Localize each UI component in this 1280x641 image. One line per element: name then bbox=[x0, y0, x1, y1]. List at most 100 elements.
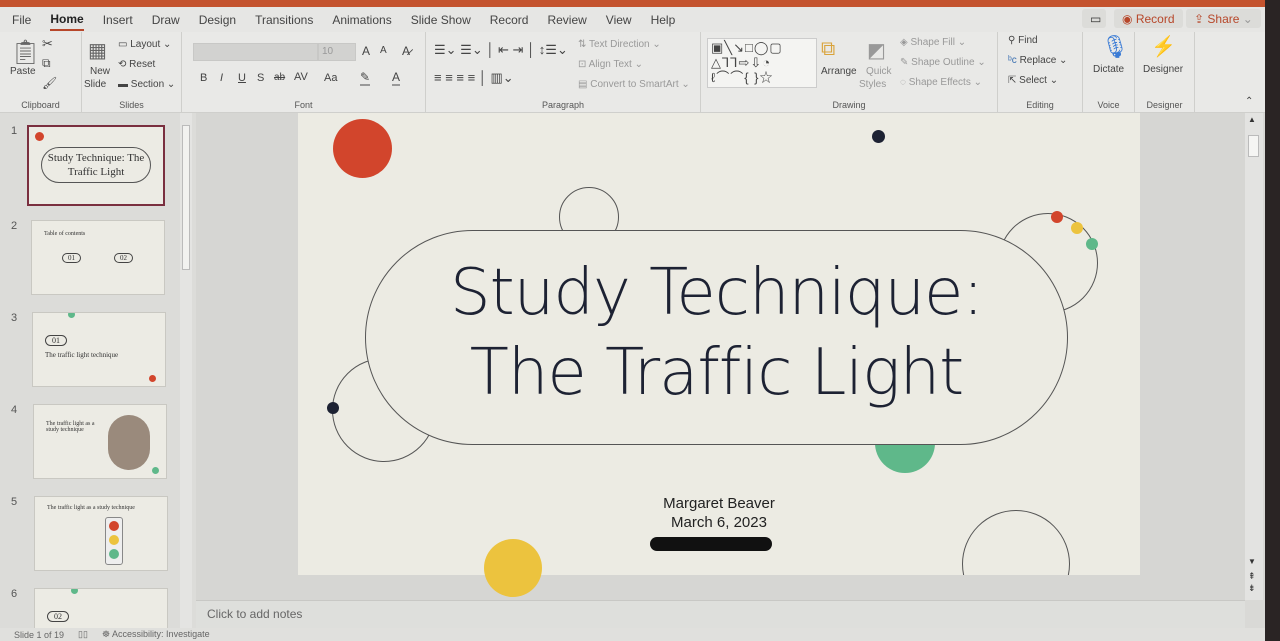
tab-record[interactable]: Record bbox=[490, 10, 529, 30]
font-name-input[interactable] bbox=[193, 43, 318, 61]
tab-review[interactable]: Review bbox=[547, 10, 586, 30]
replace-button[interactable]: ᵇc Replace ⌄ bbox=[1008, 55, 1067, 66]
paste-button[interactable]: Paste bbox=[10, 66, 36, 77]
italic-button[interactable]: I bbox=[220, 72, 223, 84]
title-line-1: Study Technique: bbox=[450, 256, 984, 330]
layout-button[interactable]: ▭ Layout ⌄ bbox=[118, 39, 171, 50]
accessibility-status[interactable]: ☸ Accessibility: Investigate bbox=[102, 629, 210, 640]
underline-button[interactable]: U bbox=[238, 72, 246, 84]
tab-file[interactable]: File bbox=[12, 10, 31, 30]
section-button[interactable]: ▬ Section ⌄ bbox=[118, 79, 175, 90]
tab-design[interactable]: Design bbox=[199, 10, 236, 30]
copy-icon[interactable]: ⧉ bbox=[42, 56, 51, 71]
student-photo bbox=[108, 415, 150, 470]
align-icons[interactable]: ≡ ≡ ≡ ≡ │ ▥⌄ bbox=[434, 70, 514, 86]
dot bbox=[1051, 211, 1063, 223]
tab-home[interactable]: Home bbox=[50, 9, 84, 31]
shape-effects-button[interactable]: ◌ Shape Effects ⌄ bbox=[900, 77, 982, 88]
slide-title[interactable]: Study Technique: The Traffic Light bbox=[365, 253, 1068, 413]
notes-icon[interactable]: ▯▯ bbox=[78, 629, 88, 640]
next-slide-icon[interactable]: ⇟ bbox=[1248, 583, 1256, 594]
designer-icon[interactable]: ⚡ bbox=[1151, 34, 1176, 59]
thumbnail-text: 02 bbox=[47, 611, 69, 622]
shape-fill-button[interactable]: ◈ Shape Fill ⌄ bbox=[900, 37, 966, 48]
yellow-circle bbox=[484, 539, 542, 597]
thumbnail-preview: The traffic light as a study technique bbox=[33, 404, 167, 479]
text-direction-button[interactable]: ⇅ Text Direction ⌄ bbox=[578, 39, 661, 50]
thumbnail-scrollbar[interactable] bbox=[180, 113, 192, 628]
align-text-button[interactable]: ⊡ Align Text ⌄ bbox=[578, 59, 643, 70]
thumbnail-scroll-thumb[interactable] bbox=[182, 125, 190, 270]
notes-pane[interactable]: Click to add notes bbox=[196, 600, 1245, 628]
editor-scrollbar[interactable]: ▲ ▼ ⇞ ⇟ bbox=[1245, 113, 1263, 600]
shape-outline-button[interactable]: ✎ Shape Outline ⌄ bbox=[900, 57, 986, 68]
select-button[interactable]: ⇱ Select ⌄ bbox=[1008, 75, 1058, 86]
char-spacing-button[interactable]: AV bbox=[294, 71, 308, 83]
paste-icon[interactable]: 📋︎ bbox=[10, 38, 40, 67]
voice-label: Voice bbox=[1097, 100, 1120, 110]
editor-scroll-thumb[interactable] bbox=[1248, 135, 1259, 157]
quick-styles-button[interactable]: Quick bbox=[866, 66, 892, 77]
designer-group: ⚡ Designer Designer bbox=[1135, 32, 1195, 113]
scroll-down-icon[interactable]: ▼ bbox=[1248, 557, 1256, 566]
accessibility-icon: ☸ bbox=[101, 629, 111, 639]
ribbon: 📋︎ Paste ✂ ⧉ 🖌︎ Clipboard ▦ New Slide ▭ … bbox=[0, 32, 1265, 113]
thumbnail-title: Study Technique: The Traffic Light bbox=[47, 152, 145, 178]
thumbnail-title: The traffic light technique bbox=[45, 351, 119, 359]
previous-slide-icon[interactable]: ⇞ bbox=[1248, 571, 1256, 582]
dictate-button[interactable]: Dictate bbox=[1093, 64, 1124, 75]
collapse-ribbon-icon[interactable]: ⌃ bbox=[1245, 96, 1253, 107]
shadow-button[interactable]: S bbox=[257, 72, 264, 84]
tab-slide-show[interactable]: Slide Show bbox=[411, 10, 471, 30]
new-slide-button[interactable]: New bbox=[90, 66, 110, 77]
tab-insert[interactable]: Insert bbox=[103, 10, 133, 30]
scroll-up-icon[interactable]: ▲ bbox=[1248, 115, 1256, 124]
strikethrough-button[interactable]: ab bbox=[274, 72, 285, 83]
thumbnail-preview: Study Technique: The Traffic Light bbox=[27, 125, 165, 206]
find-button[interactable]: ⚲ Find bbox=[1008, 35, 1038, 46]
dot bbox=[1071, 222, 1083, 234]
slide-number: 1 bbox=[11, 125, 18, 137]
designer-button[interactable]: Designer bbox=[1143, 64, 1183, 75]
thumbnail-title: The traffic light as a study technique bbox=[46, 421, 95, 433]
thumbnail-title: The traffic light as a study technique bbox=[47, 505, 135, 511]
arrange-icon[interactable]: ⧉ bbox=[821, 38, 835, 61]
cut-icon[interactable]: ✂ bbox=[42, 36, 53, 52]
format-painter-icon[interactable]: 🖌︎ bbox=[42, 76, 57, 90]
reset-button[interactable]: ⟲ Reset bbox=[118, 59, 155, 70]
share-icon: ⇪ bbox=[1194, 11, 1208, 26]
change-case-button[interactable]: Aa bbox=[324, 72, 337, 84]
comments-button[interactable]: ▭ bbox=[1082, 9, 1106, 28]
quick-styles-icon[interactable]: ◩ bbox=[867, 38, 886, 63]
share-button[interactable]: ⇪ Share ⌄ bbox=[1186, 9, 1261, 28]
dot bbox=[872, 130, 885, 143]
tab-draw[interactable]: Draw bbox=[152, 10, 180, 30]
tab-help[interactable]: Help bbox=[651, 10, 676, 30]
highlight-icon[interactable]: ✎ bbox=[360, 70, 371, 86]
microphone-icon[interactable]: 🎙︎ bbox=[1101, 34, 1129, 60]
thumbnail-text: 02 bbox=[114, 253, 133, 263]
new-slide-dropdown[interactable]: Slide bbox=[84, 79, 106, 90]
paragraph-group: ☰⌄ ☰⌄ │ ⇤ ⇥ │ ↕☰⌄ ≡ ≡ ≡ ≡ │ ▥⌄ ⇅ Text Di… bbox=[426, 32, 701, 113]
record-icon: ◉ bbox=[1122, 11, 1136, 26]
tab-view[interactable]: View bbox=[606, 10, 632, 30]
font-size-input[interactable]: 10 bbox=[318, 43, 356, 61]
comment-icon: ▭ bbox=[1090, 11, 1102, 26]
shrink-font-button[interactable]: A bbox=[380, 45, 387, 56]
font-color-icon[interactable]: A bbox=[392, 70, 401, 86]
shapes-gallery[interactable]: ▣╲↘□◯▢ △⅂⅂⇨⇩◔ ℓ⌒⌒{ }☆ bbox=[707, 38, 817, 88]
arrange-button[interactable]: Arrange bbox=[821, 66, 857, 77]
bold-button[interactable]: B bbox=[200, 72, 207, 84]
record-button[interactable]: ◉ Record bbox=[1114, 9, 1183, 28]
dot bbox=[1086, 238, 1098, 250]
convert-smartart-button[interactable]: ▤ Convert to SmartArt ⌄ bbox=[578, 79, 690, 90]
tab-transitions[interactable]: Transitions bbox=[255, 10, 313, 30]
quick-styles-dropdown[interactable]: Styles bbox=[859, 79, 886, 90]
tab-animations[interactable]: Animations bbox=[332, 10, 391, 30]
clear-format-icon[interactable]: A̷ bbox=[402, 44, 410, 58]
new-slide-icon[interactable]: ▦ bbox=[88, 38, 107, 63]
grow-font-button[interactable]: A bbox=[362, 44, 370, 58]
slide-number: 2 bbox=[11, 220, 18, 232]
current-slide[interactable]: Study Technique: The Traffic Light Margar… bbox=[298, 113, 1140, 575]
list-icons[interactable]: ☰⌄ ☰⌄ │ ⇤ ⇥ │ ↕☰⌄ bbox=[434, 42, 568, 58]
